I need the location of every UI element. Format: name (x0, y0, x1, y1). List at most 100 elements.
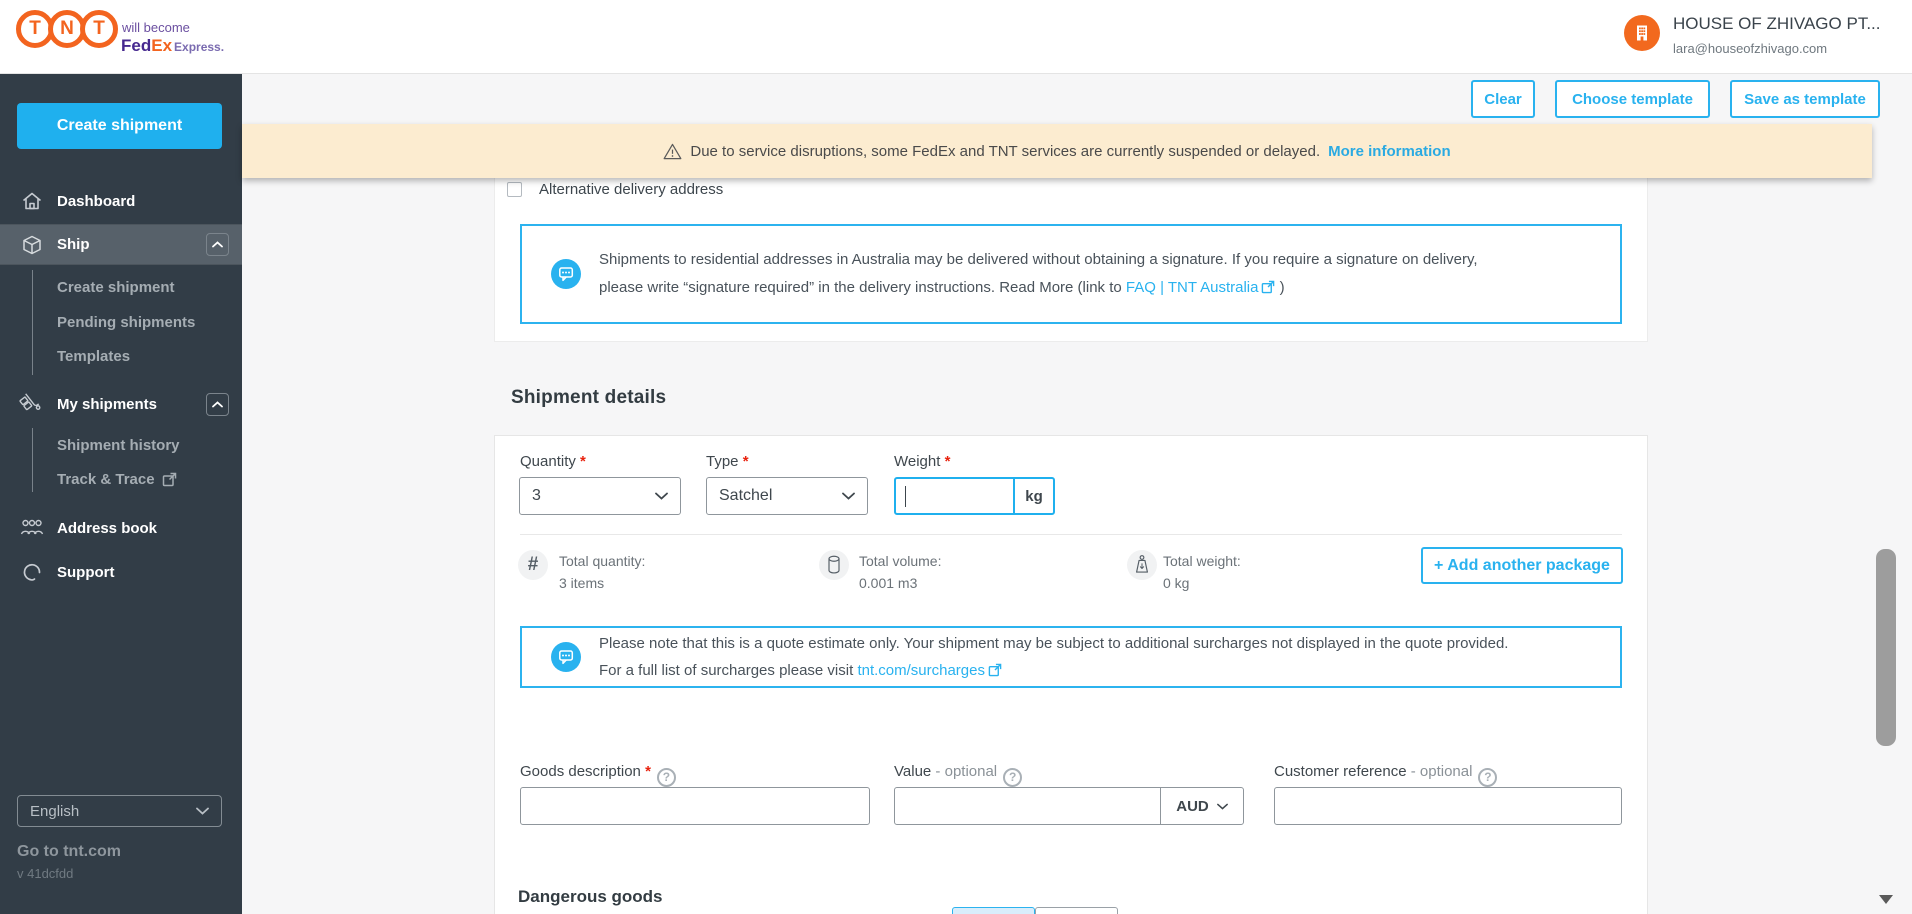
signature-info-box: Shipments to residential addresses in Au… (520, 224, 1622, 324)
account-name[interactable]: HOUSE OF ZHIVAGO PT... (1673, 14, 1881, 34)
quantity-select[interactable]: 3 (519, 477, 681, 515)
goods-description-input[interactable] (520, 787, 870, 825)
tnt-letter: T (29, 18, 41, 39)
speech-bubble-icon (551, 259, 581, 289)
choose-template-button[interactable]: Choose template (1555, 80, 1710, 118)
create-shipment-button[interactable]: Create shipment (17, 103, 222, 149)
sidebar: Create shipment Dashboard Ship Create sh… (0, 74, 242, 914)
quote-info-box: Please note that this is a quote estimat… (520, 626, 1622, 688)
customer-reference-label: Customer reference - optional? (1274, 763, 1498, 787)
sidebar-item-support[interactable]: Support (0, 552, 242, 592)
shipment-details-card: Quantity * Type * Weight * 3 Satchel kg … (494, 435, 1648, 914)
weight-label: Weight * (894, 453, 951, 470)
scrollbar-thumb[interactable] (1876, 549, 1896, 746)
chevron-up-icon[interactable] (206, 233, 229, 256)
divider (520, 534, 1622, 535)
handtruck-icon (18, 392, 42, 416)
tnt-logo-circle: T (80, 10, 118, 48)
account-avatar[interactable] (1624, 15, 1660, 51)
sidebar-item-label: My shipments (57, 395, 158, 413)
hash-icon: # (518, 550, 548, 580)
will-become-text: will become (122, 20, 190, 35)
total-quantity-label: Total quantity: (559, 553, 646, 569)
tnt-letter: N (60, 18, 74, 39)
home-icon (20, 189, 44, 213)
dangerous-goods-toggle-left[interactable] (952, 907, 1035, 914)
speech-bubble-icon (551, 642, 581, 672)
building-icon (1632, 23, 1652, 43)
total-weight-value: 0 kg (1163, 575, 1190, 591)
sidebar-item-label: Dashboard (57, 192, 136, 210)
quote-info-text: Please note that this is a quote estimat… (599, 635, 1509, 679)
weight-field-group: kg (894, 477, 1055, 515)
people-icon (19, 516, 44, 540)
total-weight-label: Total weight: (1163, 553, 1241, 569)
save-as-template-button[interactable]: Save as template (1730, 80, 1880, 118)
total-volume-label: Total volume: (859, 553, 942, 569)
goto-tnt-link[interactable]: Go to tnt.com (17, 843, 121, 861)
signature-info-text: Shipments to residential addresses in Au… (599, 251, 1478, 296)
disruption-banner: Due to service disruptions, some FedEx a… (242, 124, 1872, 178)
cylinder-icon (819, 550, 849, 580)
sidebar-item-templates[interactable]: Templates (57, 348, 130, 365)
fedex-wordmark: FedEx Express. (121, 36, 225, 55)
alternative-delivery-checkbox[interactable] (507, 182, 522, 197)
help-icon[interactable]: ? (1478, 767, 1498, 787)
subnav-guide-line (32, 270, 33, 375)
sidebar-item-dashboard[interactable]: Dashboard (0, 181, 242, 221)
sidebar-item-address-book[interactable]: Address book (0, 508, 242, 548)
sidebar-item-track-trace[interactable]: Track & Trace (57, 471, 177, 488)
account-email: lara@houseofzhivago.com (1673, 41, 1828, 56)
sidebar-item-shipment-history[interactable]: Shipment history (57, 437, 180, 454)
customer-reference-input[interactable] (1274, 787, 1622, 825)
main-content: Clear Choose template Save as template D… (242, 74, 1912, 914)
goods-description-label: Goods description *? (520, 763, 676, 787)
help-icon[interactable]: ? (656, 767, 676, 787)
weight-input[interactable] (896, 479, 1013, 513)
add-another-package-button[interactable]: + Add another package (1421, 547, 1623, 584)
sidebar-item-ship[interactable]: Ship (0, 224, 242, 265)
currency-select[interactable]: AUD (1160, 788, 1243, 824)
chevron-down-icon (842, 492, 855, 500)
chevron-down-icon (196, 807, 209, 815)
alternative-delivery-label: Alternative delivery address (539, 181, 724, 198)
weight-unit: kg (1013, 479, 1053, 513)
language-select[interactable]: English (17, 795, 222, 827)
chevron-down-icon (1216, 803, 1228, 810)
sidebar-item-label: Support (57, 563, 115, 581)
version-text: v 41dcfdd (17, 866, 74, 881)
sidebar-item-pending-shipments[interactable]: Pending shipments (57, 314, 195, 331)
delivery-options-panel: Alternative delivery address Shipments t… (494, 150, 1648, 342)
text-caret (905, 486, 906, 507)
more-information-link[interactable]: More information (1328, 143, 1451, 160)
external-link-icon (1261, 280, 1275, 294)
dangerous-goods-title: Dangerous goods (518, 887, 663, 906)
external-link-icon (162, 472, 177, 487)
value-field-group: AUD (894, 787, 1244, 825)
tnt-letter: T (93, 18, 105, 39)
weight-icon (1127, 550, 1157, 580)
sidebar-item-my-shipments[interactable]: My shipments (0, 384, 242, 424)
type-select[interactable]: Satchel (706, 477, 868, 515)
dangerous-goods-toggle-right[interactable] (1035, 907, 1118, 914)
headset-icon (20, 560, 44, 584)
help-icon[interactable]: ? (1003, 767, 1023, 787)
external-link-icon (988, 663, 1002, 677)
surcharges-link[interactable]: tnt.com/surcharges (857, 662, 985, 679)
value-label: Value - optional? (894, 763, 1023, 787)
clear-button[interactable]: Clear (1471, 80, 1535, 118)
warning-icon (663, 143, 682, 160)
chevron-down-icon (655, 492, 668, 500)
sidebar-item-label: Address book (57, 519, 158, 537)
sidebar-item-create-shipment[interactable]: Create shipment (57, 279, 175, 296)
chevron-up-icon[interactable] (206, 392, 229, 416)
app-header: T N T will become FedEx Express. HOUSE OF… (0, 0, 1912, 74)
type-label: Type * (706, 453, 749, 470)
subnav-guide-line (32, 428, 33, 492)
language-value: English (30, 802, 80, 820)
scroll-down-arrow[interactable] (1879, 895, 1893, 904)
faq-tnt-australia-link[interactable]: FAQ | TNT Australia (1126, 279, 1259, 296)
package-icon (20, 233, 44, 257)
value-input[interactable] (895, 788, 1160, 824)
section-title: Shipment details (511, 387, 667, 408)
